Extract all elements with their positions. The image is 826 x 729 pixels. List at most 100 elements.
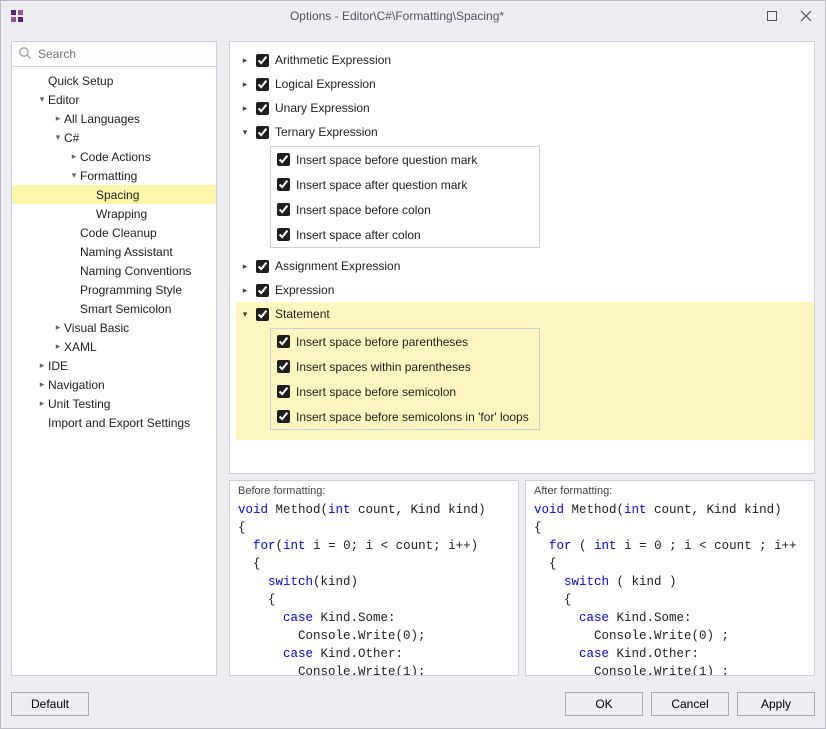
tree-item[interactable]: ▸Navigation <box>12 375 216 394</box>
nav-tree[interactable]: Quick Setup▾Editor▸All Languages▾C#▸Code… <box>12 67 216 675</box>
sub-option-row[interactable]: Insert space after question mark <box>271 172 539 197</box>
search-icon <box>18 46 32 63</box>
option-row[interactable]: ▾Ternary Expression <box>236 120 814 144</box>
caret-right-icon[interactable]: ▸ <box>238 285 252 296</box>
tree-item[interactable]: ▸Code Actions <box>12 147 216 166</box>
sub-option-row[interactable]: Insert space before question mark <box>271 147 539 172</box>
tree-item[interactable]: ▸Visual Basic <box>12 318 216 337</box>
option-subgroup: Insert space before parenthesesInsert sp… <box>270 328 540 430</box>
option-row[interactable]: ▸Assignment Expression <box>236 254 814 278</box>
options-panel: ▸Arithmetic Expression▸Logical Expressio… <box>229 41 815 474</box>
tree-item[interactable]: Wrapping <box>12 204 216 223</box>
tree-item-label: Naming Assistant <box>80 245 173 259</box>
option-row[interactable]: ▸Logical Expression <box>236 72 814 96</box>
ok-button[interactable]: OK <box>565 692 643 716</box>
tree-item[interactable]: Spacing <box>12 185 216 204</box>
tree-item[interactable]: ▸All Languages <box>12 109 216 128</box>
cancel-button[interactable]: Cancel <box>651 692 729 716</box>
close-button[interactable] <box>793 6 819 26</box>
sub-option-row[interactable]: Insert space before semicolon <box>271 379 539 404</box>
search-input[interactable] <box>12 42 216 66</box>
tree-item[interactable]: Programming Style <box>12 280 216 299</box>
option-row[interactable]: ▸ Expression <box>236 278 814 302</box>
sub-option-checkbox[interactable] <box>277 228 290 241</box>
tree-item[interactable]: ▸XAML <box>12 337 216 356</box>
option-checkbox[interactable] <box>256 126 269 139</box>
tree-item-label: C# <box>64 131 79 145</box>
options-dialog: Options - Editor\C#\Formatting\Spacing* … <box>0 0 826 729</box>
after-title: After formatting: <box>526 481 814 501</box>
tree-item[interactable]: Code Cleanup <box>12 223 216 242</box>
app-logo-icon <box>7 6 27 26</box>
after-preview: After formatting: void Method(int count,… <box>525 480 815 676</box>
caret-right-icon[interactable]: ▸ <box>238 55 252 66</box>
option-checkbox[interactable] <box>256 54 269 67</box>
options-list[interactable]: ▸Arithmetic Expression▸Logical Expressio… <box>230 42 814 473</box>
sub-option-checkbox[interactable] <box>277 178 290 191</box>
tree-item[interactable]: ▾C# <box>12 128 216 147</box>
sub-option-label: Insert space before question mark <box>296 153 477 167</box>
option-row[interactable]: ▸Arithmetic Expression <box>236 48 814 72</box>
tree-arrow-icon: ▾ <box>52 132 64 143</box>
caret-right-icon[interactable]: ▸ <box>238 79 252 90</box>
tree-item-label: Spacing <box>96 188 139 202</box>
after-code: void Method(int count, Kind kind) { for … <box>534 501 806 675</box>
option-checkbox[interactable] <box>256 284 269 297</box>
tree-item-label: Wrapping <box>96 207 147 221</box>
tree-item[interactable]: Naming Conventions <box>12 261 216 280</box>
apply-button[interactable]: Apply <box>737 692 815 716</box>
maximize-button[interactable] <box>759 6 785 26</box>
sub-option-row[interactable]: Insert space before parentheses <box>271 329 539 354</box>
tree-item-label: Code Actions <box>80 150 151 164</box>
tree-item-label: Import and Export Settings <box>48 416 190 430</box>
tree-item-label: Navigation <box>48 378 105 392</box>
option-checkbox[interactable] <box>256 308 269 321</box>
after-code-scroll[interactable]: void Method(int count, Kind kind) { for … <box>526 501 814 675</box>
option-row[interactable]: ▸Unary Expression <box>236 96 814 120</box>
caret-right-icon[interactable]: ▸ <box>238 103 252 114</box>
sub-option-label: Insert space after colon <box>296 228 421 242</box>
tree-item-label: IDE <box>48 359 68 373</box>
before-preview: Before formatting: void Method(int count… <box>229 480 519 676</box>
tree-item[interactable]: ▾Formatting <box>12 166 216 185</box>
tree-item-label: XAML <box>64 340 97 354</box>
tree-item[interactable]: Smart Semicolon <box>12 299 216 318</box>
option-checkbox[interactable] <box>256 78 269 91</box>
tree-item[interactable]: Quick Setup <box>12 71 216 90</box>
tree-item-label: Visual Basic <box>64 321 129 335</box>
sub-option-checkbox[interactable] <box>277 203 290 216</box>
sub-option-row[interactable]: Insert space before semicolons in 'for' … <box>271 404 539 429</box>
sub-option-row[interactable]: Insert spaces within parentheses <box>271 354 539 379</box>
tree-item[interactable]: Import and Export Settings <box>12 413 216 432</box>
tree-item[interactable]: ▸IDE <box>12 356 216 375</box>
option-label: Expression <box>275 283 334 297</box>
default-button[interactable]: Default <box>11 692 89 716</box>
tree-arrow-icon: ▾ <box>68 170 80 181</box>
tree-arrow-icon: ▸ <box>68 151 80 162</box>
tree-item-label: Programming Style <box>80 283 182 297</box>
caret-right-icon[interactable]: ▸ <box>238 261 252 272</box>
content-area: Quick Setup▾Editor▸All Languages▾C#▸Code… <box>1 31 825 686</box>
sub-option-label: Insert space before semicolons in 'for' … <box>296 410 529 424</box>
sub-option-checkbox[interactable] <box>277 360 290 373</box>
option-checkbox[interactable] <box>256 102 269 115</box>
sub-option-row[interactable]: Insert space before colon <box>271 197 539 222</box>
preview-row: Before formatting: void Method(int count… <box>229 480 815 676</box>
sub-option-checkbox[interactable] <box>277 153 290 166</box>
sub-option-checkbox[interactable] <box>277 335 290 348</box>
option-row[interactable]: ▾Statement <box>236 302 814 326</box>
tree-item[interactable]: ▾Editor <box>12 90 216 109</box>
sub-option-checkbox[interactable] <box>277 385 290 398</box>
tree-item[interactable]: Naming Assistant <box>12 242 216 261</box>
option-checkbox[interactable] <box>256 260 269 273</box>
tree-item-label: Code Cleanup <box>80 226 157 240</box>
caret-down-icon[interactable]: ▾ <box>238 309 252 320</box>
sub-option-checkbox[interactable] <box>277 410 290 423</box>
before-title: Before formatting: <box>230 481 518 501</box>
tree-item-label: Naming Conventions <box>80 264 191 278</box>
tree-item[interactable]: ▸Unit Testing <box>12 394 216 413</box>
before-code-scroll[interactable]: void Method(int count, Kind kind) { for(… <box>230 501 518 675</box>
sub-option-row[interactable]: Insert space after colon <box>271 222 539 247</box>
caret-down-icon[interactable]: ▾ <box>238 127 252 138</box>
tree-arrow-icon: ▸ <box>52 341 64 352</box>
